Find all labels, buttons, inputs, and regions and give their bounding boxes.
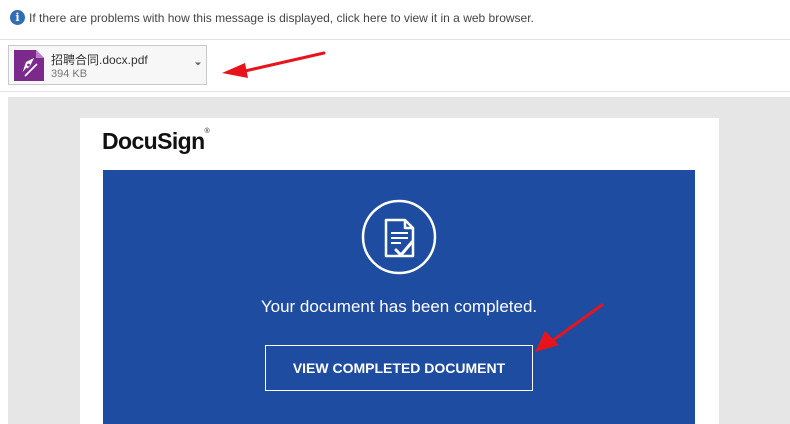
info-bar-text[interactable]: If there are problems with how this mess…: [29, 11, 534, 25]
info-icon: i: [10, 10, 25, 25]
chevron-down-icon[interactable]: [194, 60, 202, 68]
logo-mark: ®: [204, 128, 210, 135]
attachment-item[interactable]: 招聘合同.docx.pdf 394 KB: [8, 45, 207, 85]
document-check-icon: [361, 199, 437, 275]
divider: [0, 91, 790, 92]
completion-message: Your document has been completed.: [260, 297, 538, 316]
info-bar[interactable]: i If there are problems with how this me…: [0, 0, 790, 40]
pdf-file-icon: [14, 50, 44, 81]
view-completed-document-button[interactable]: VIEW COMPLETED DOCUMENT: [265, 345, 533, 391]
attachment-size: 394 KB: [51, 68, 88, 80]
annotation-arrow-icon: [222, 51, 326, 78]
notification-panel: Your document has been completed. VIEW C…: [103, 170, 695, 424]
email-card: DocuSign® Your document has been complet…: [80, 118, 719, 424]
attachment-name: 招聘合同.docx.pdf: [51, 53, 148, 67]
logo-text: DocuSign: [102, 128, 205, 154]
email-viewer: i If there are problems with how this me…: [0, 0, 790, 424]
docusign-logo: DocuSign®: [102, 128, 210, 155]
